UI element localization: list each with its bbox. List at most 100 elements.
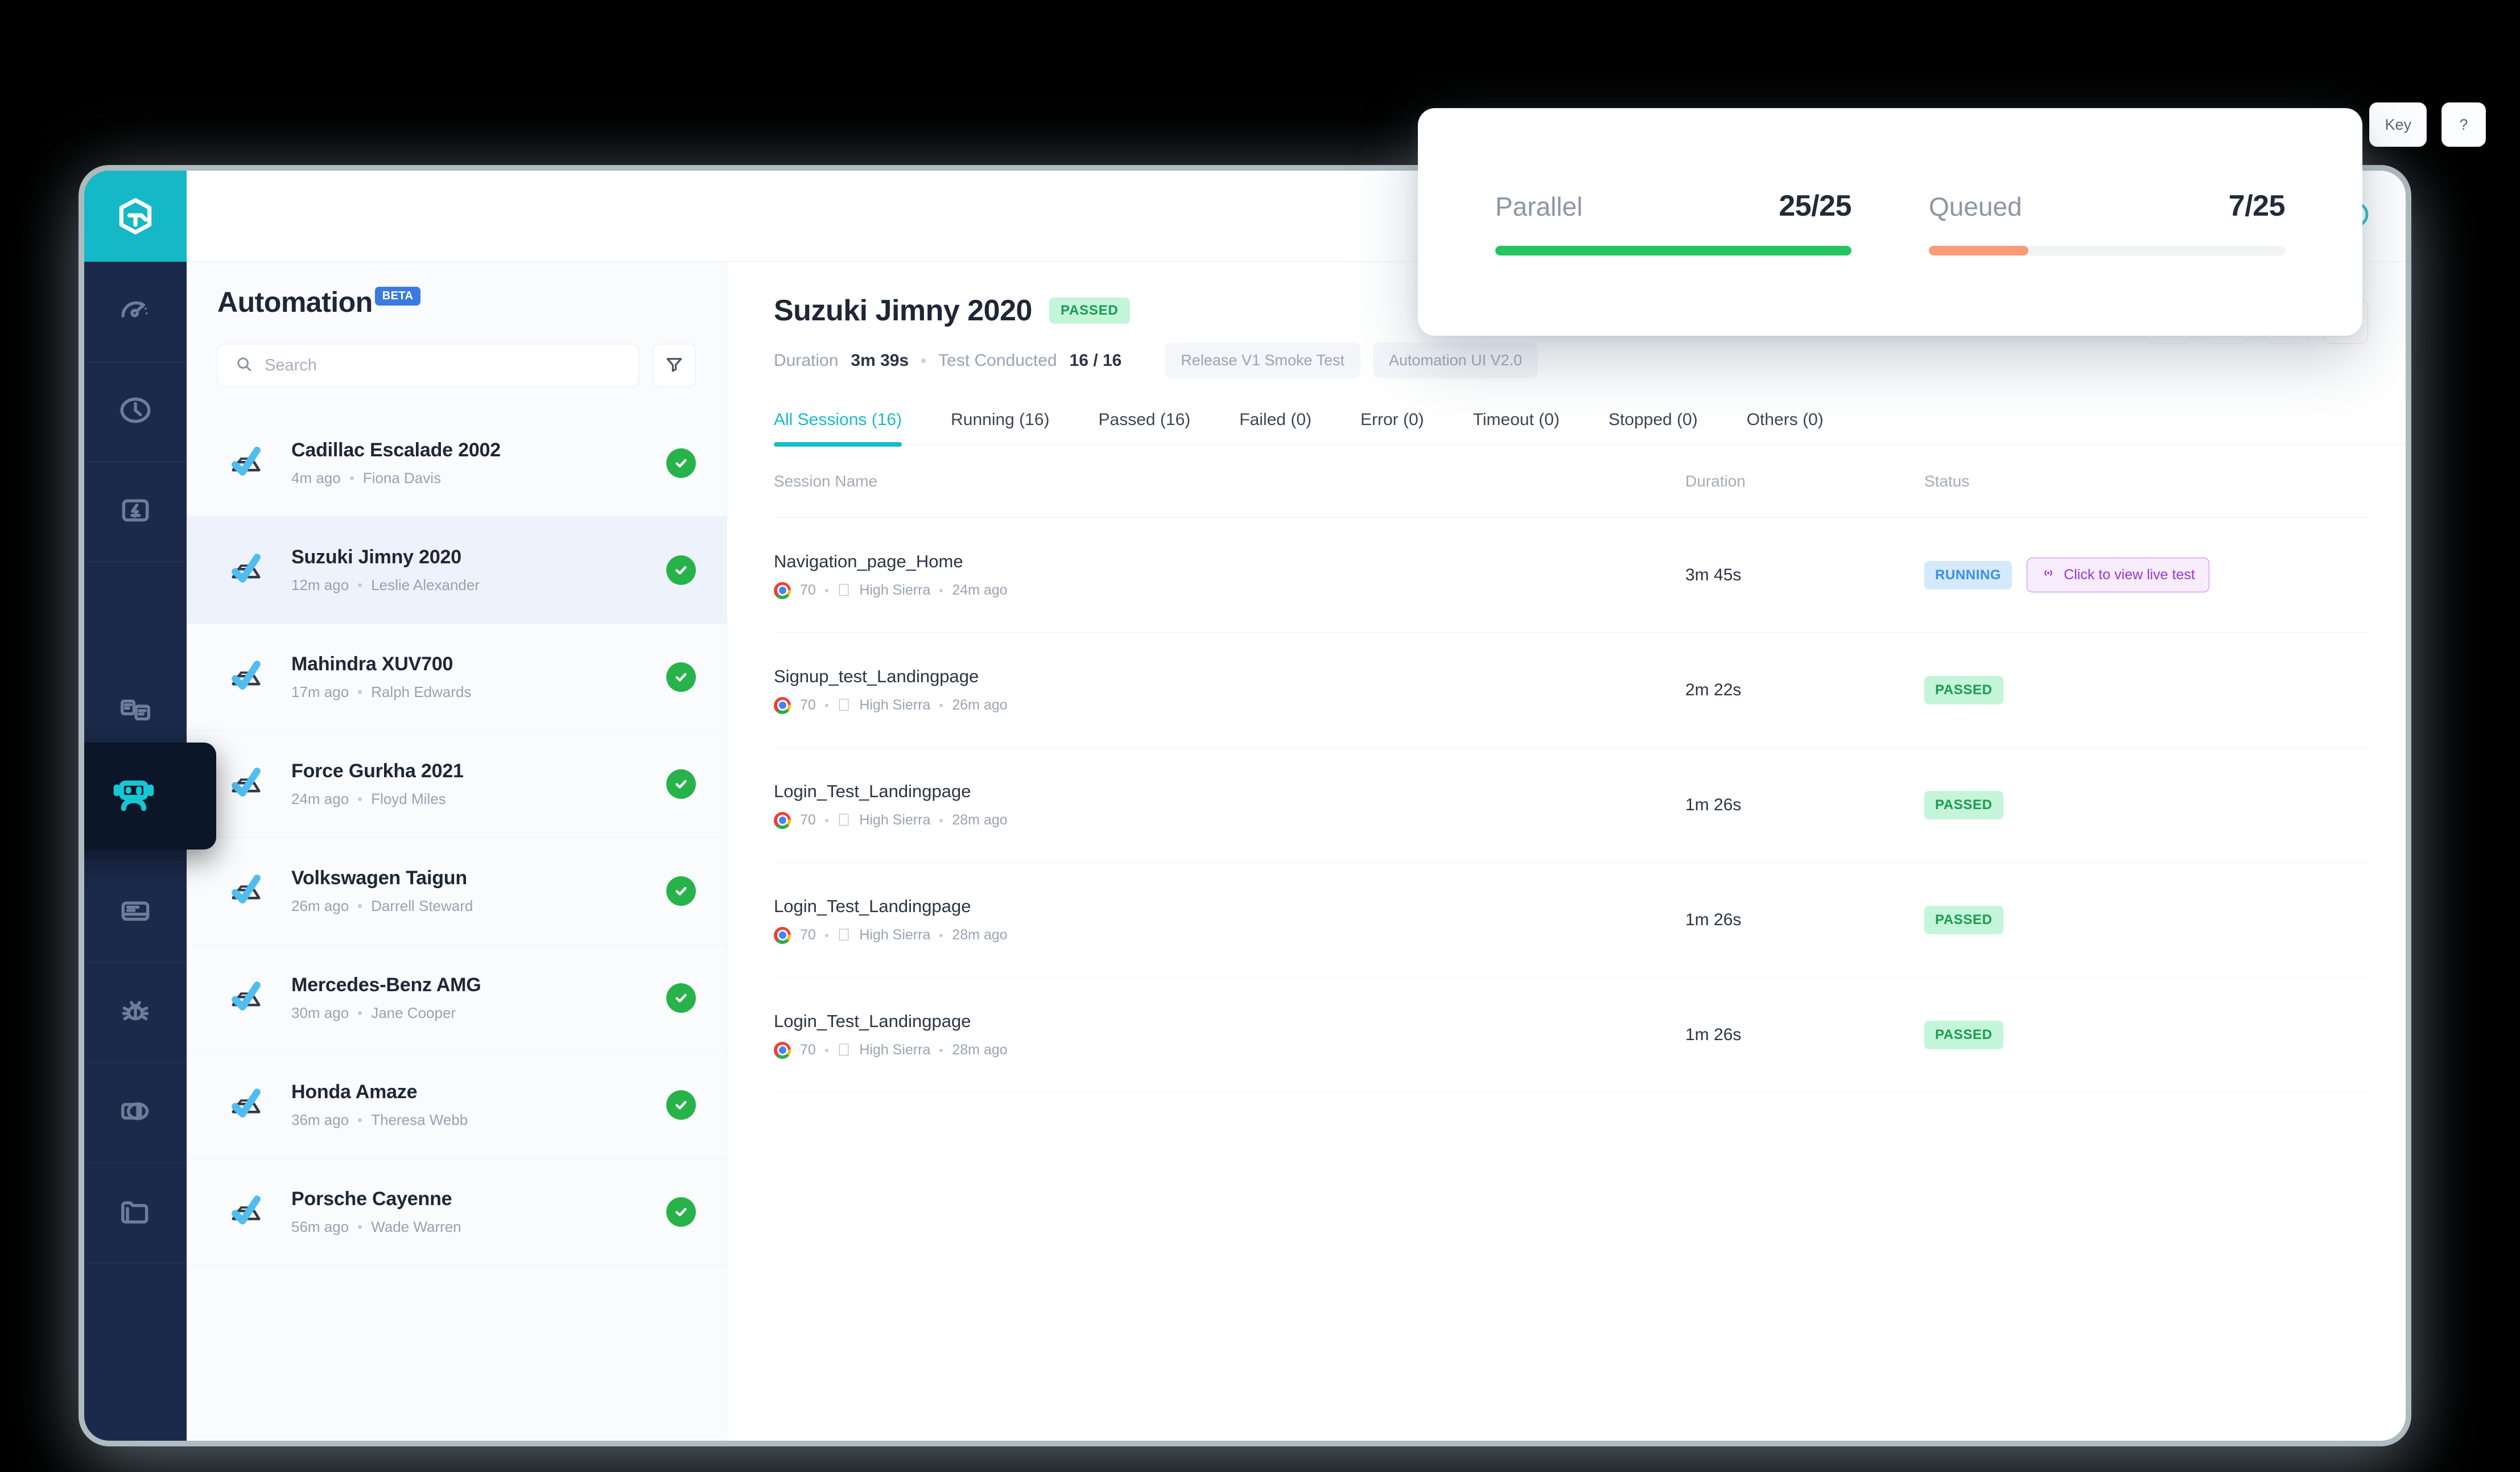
- build-tag-chip[interactable]: Automation UI V2.0: [1373, 343, 1539, 378]
- right-pane: Automation BETA Search Cadillac Escalade…: [187, 171, 2406, 1441]
- sidebar-item-automation-active[interactable]: [84, 743, 216, 850]
- os-name: High Sierra: [846, 582, 930, 598]
- test-stamp-icon: [217, 974, 271, 1022]
- session-duration: 3m 45s: [1685, 565, 1742, 584]
- test-stamp-icon: [217, 1188, 271, 1236]
- sidebar-item-history[interactable]: [84, 362, 187, 462]
- stat-value: 7/25: [2228, 189, 2286, 222]
- test-stamp-icon: [217, 867, 271, 915]
- sidebar-item-files[interactable]: [84, 1163, 187, 1263]
- automation-list[interactable]: Cadillac Escalade 2002 4m ago Fiona Davis S…: [187, 410, 727, 1441]
- view-live-test-button[interactable]: Click to view live test: [2027, 558, 2209, 592]
- list-item[interactable]: Cadillac Escalade 2002 4m ago Fiona Davis: [187, 410, 727, 517]
- list-item-user: Leslie Alexander: [371, 576, 480, 593]
- list-item-meta: 4m ago Fiona Davis: [291, 469, 646, 487]
- build-status-badge: PASSED: [1049, 298, 1130, 324]
- left-nav-rail: [84, 171, 216, 1441]
- status-badge: PASSED: [1924, 675, 2003, 704]
- browser-version: 70: [800, 582, 816, 598]
- table-body: Navigation_page_Home70High Sierra24m ag…: [774, 518, 2368, 1092]
- meta-separator: [939, 1048, 943, 1052]
- session-time: 28m ago: [939, 927, 1007, 943]
- list-item[interactable]: Honda Amaze 36m ago Theresa Webb: [187, 1052, 727, 1158]
- session-tabs[interactable]: All Sessions (16) Running (16) Passed (16)…: [774, 410, 2406, 447]
- tab-all-sessions-16[interactable]: All Sessions (16): [774, 410, 902, 447]
- meta-separator: [921, 358, 926, 363]
- list-item[interactable]: Volkswagen Taigun 26m ago Darrell Steward: [187, 838, 727, 945]
- list-item[interactable]: Mahindra XUV700 17m ago Ralph Edwards: [187, 624, 727, 731]
- chrome-icon: [774, 696, 791, 714]
- search-input[interactable]: [265, 356, 621, 375]
- list-item-user: Floyd Miles: [371, 790, 446, 807]
- app-logo[interactable]: [84, 171, 187, 262]
- stat-queued: Queued 7/25: [1929, 189, 2286, 255]
- table-row[interactable]: Login_Test_Landingpage 70 High Sierra 28m …: [774, 978, 2368, 1092]
- tab-failed-0[interactable]: Failed (0): [1239, 410, 1311, 444]
- meta-separator: [824, 588, 828, 592]
- meta-separator: [824, 703, 828, 707]
- stat-progress-track: [1929, 245, 2285, 255]
- test-stamp-icon: [217, 1081, 271, 1129]
- list-item[interactable]: Mercedes-Benz AMG 30m ago Jane Cooper: [187, 945, 727, 1052]
- search-box[interactable]: [217, 344, 639, 387]
- table-row[interactable]: Signup_test_Landingpage 70 High Sierra 26m…: [774, 633, 2368, 748]
- view-live-test-label: Click to view live test: [2064, 567, 2195, 583]
- table-row[interactable]: Navigation_page_Home 70 High Sierra 24m ag…: [774, 518, 2368, 633]
- sidebar-item-dashboard[interactable]: [84, 262, 187, 362]
- build-tags: Release V1 Smoke Test Automation UI V2.0: [1165, 343, 1539, 378]
- meta-separator: [939, 933, 943, 937]
- status-badge: PASSED: [1924, 1020, 2003, 1049]
- sidebar-item-realtime[interactable]: [84, 462, 187, 562]
- session-time: 26m ago: [939, 697, 1007, 713]
- stat-label: Queued: [1929, 191, 2022, 221]
- status-check-icon: [666, 448, 696, 478]
- duration-label: Duration: [774, 351, 839, 370]
- concurrency-stats-card: Parallel 25/25 Queued 7/25: [1418, 108, 2362, 336]
- meta-separator: [824, 1048, 828, 1052]
- clock-icon: [118, 393, 153, 431]
- sidebar-item-automation[interactable]: [84, 562, 187, 662]
- test-stamp-icon: [217, 439, 271, 487]
- session-duration: 1m 26s: [1685, 910, 1742, 929]
- list-item[interactable]: Force Gurkha 2021 24m ago Floyd Miles: [187, 731, 727, 838]
- col-session-name: Session Name: [774, 472, 878, 490]
- help-button[interactable]: ?: [2441, 102, 2486, 147]
- browser-version: 70: [800, 1042, 816, 1058]
- test-stamp-icon: [217, 653, 271, 701]
- tab-error-0[interactable]: Error (0): [1360, 410, 1424, 444]
- list-item-name: Honda Amaze: [291, 1081, 418, 1103]
- search-row: [187, 319, 727, 410]
- folder-icon: [118, 1194, 153, 1232]
- sessions-table: Session Name Duration Status Navigation_…: [727, 445, 2406, 1092]
- list-item-user: Darrell Steward: [371, 897, 473, 914]
- meta-separator: [358, 583, 362, 587]
- table-row[interactable]: Login_Test_Landingpage 70 High Sierra 28m …: [774, 748, 2368, 863]
- sidebar-item-logs[interactable]: [84, 863, 187, 963]
- sidebar-item-issues[interactable]: [84, 963, 187, 1063]
- session-time: 24m ago: [939, 582, 1007, 598]
- list-item[interactable]: Suzuki Jimny 2020 12m ago Leslie Alexander: [187, 517, 727, 624]
- filter-button[interactable]: [653, 344, 696, 387]
- tab-others-0[interactable]: Others (0): [1747, 410, 1824, 444]
- session-env: 70 High Sierra 28m ago: [774, 926, 1685, 944]
- session-name: Login_Test_Landingpage: [774, 896, 971, 916]
- meta-separator: [824, 933, 828, 937]
- tab-stopped-0[interactable]: Stopped (0): [1608, 410, 1698, 444]
- list-item[interactable]: Porsche Cayenne 56m ago Wade Warren: [187, 1158, 727, 1265]
- list-item-user: Wade Warren: [371, 1218, 461, 1235]
- tab-timeout-0[interactable]: Timeout (0): [1473, 410, 1560, 444]
- tab-running-16[interactable]: Running (16): [951, 410, 1049, 444]
- bug-icon: [118, 993, 153, 1032]
- list-item-time: 36m ago: [291, 1111, 349, 1128]
- sidebar-item-compare[interactable]: [84, 1063, 187, 1163]
- browser-version: 70: [800, 927, 816, 943]
- access-key-button[interactable]: Key: [2369, 102, 2427, 147]
- list-item-time: 26m ago: [291, 897, 349, 914]
- build-tag-chip[interactable]: Release V1 Smoke Test: [1165, 343, 1361, 378]
- apple-icon: : [838, 811, 851, 829]
- meta-separator: [349, 476, 354, 480]
- test-stamp-icon: [217, 546, 271, 594]
- table-row[interactable]: Login_Test_Landingpage 70 High Sierra 28m …: [774, 863, 2368, 978]
- list-item-user: Theresa Webb: [371, 1111, 468, 1128]
- tab-passed-16[interactable]: Passed (16): [1099, 410, 1191, 444]
